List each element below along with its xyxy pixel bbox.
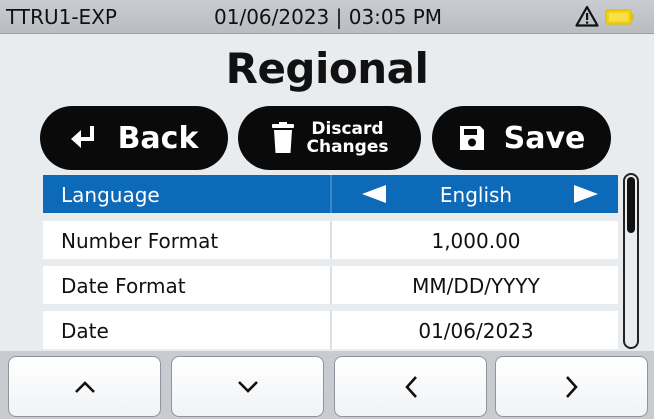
scrollbar[interactable] (623, 173, 639, 349)
nav-right-button[interactable] (495, 356, 648, 417)
navigation-bar (0, 351, 654, 419)
nav-up-button[interactable] (8, 356, 161, 417)
chevron-left-icon (404, 375, 417, 398)
setting-value-cell[interactable]: 01/06/2023 (330, 311, 618, 349)
settings-list: Language English Number Format 1,000.00 … (43, 175, 618, 351)
setting-label: Date Format (61, 274, 186, 298)
status-bar: TTRU1-EXP 01/06/2023 | 03:05 PM (0, 0, 654, 34)
setting-row-date[interactable]: Date 01/06/2023 (43, 311, 618, 349)
save-label: Save (503, 120, 586, 156)
floppy-disk-icon (459, 126, 484, 150)
device-name: TTRU1-EXP (6, 5, 117, 29)
setting-row-number-format[interactable]: Number Format 1,000.00 (43, 221, 618, 259)
warning-icon (575, 5, 599, 27)
discard-changes-label: Discard Changes (306, 119, 389, 157)
setting-value-cell[interactable]: MM/DD/YYYY (330, 266, 618, 304)
setting-label: Language (61, 183, 160, 207)
chevron-up-icon (74, 380, 95, 393)
setting-row-date-format[interactable]: Date Format MM/DD/YYYY (43, 266, 618, 304)
setting-value: 1,000.00 (431, 229, 521, 253)
page-title: Regional (225, 44, 429, 93)
setting-value-cell[interactable]: English (330, 175, 618, 213)
chevron-right-icon (565, 375, 578, 398)
status-datetime: 01/06/2023 | 03:05 PM (214, 5, 443, 29)
battery-icon (605, 9, 634, 25)
scrollbar-thumb[interactable] (627, 177, 635, 233)
trash-icon (271, 122, 294, 153)
setting-row-language[interactable]: Language English (43, 175, 618, 213)
setting-value-cell[interactable]: 1,000.00 (330, 221, 618, 259)
discard-changes-button[interactable]: Discard Changes (238, 106, 421, 170)
setting-value: MM/DD/YYYY (412, 274, 540, 298)
setting-value: 01/06/2023 (418, 319, 534, 343)
setting-label: Date (61, 319, 109, 343)
return-arrow-icon (70, 126, 94, 148)
nav-left-button[interactable] (334, 356, 487, 417)
back-button[interactable]: Back (40, 106, 228, 170)
save-button[interactable]: Save (432, 106, 611, 170)
chevron-down-icon (237, 380, 258, 393)
setting-label: Number Format (61, 229, 219, 253)
nav-down-button[interactable] (171, 356, 324, 417)
back-label: Back (117, 120, 199, 156)
arrow-right-icon[interactable] (572, 185, 598, 203)
